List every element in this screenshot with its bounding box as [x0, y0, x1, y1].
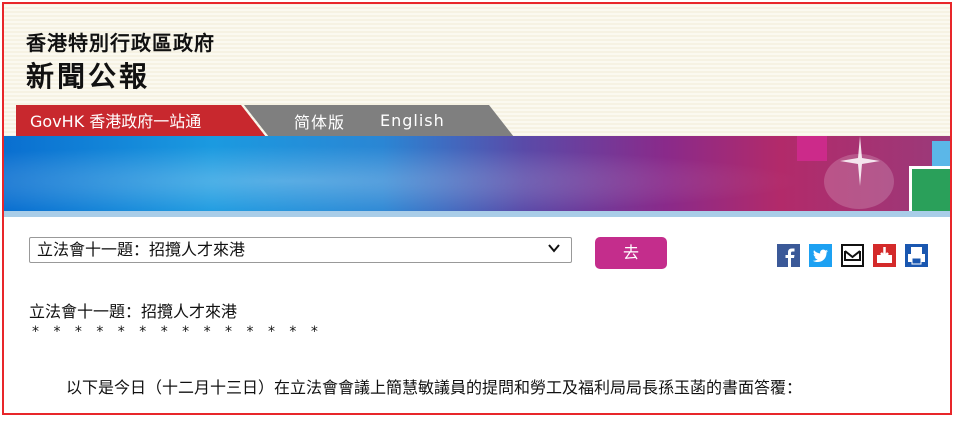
article-title: 立法會十一題：招攬人才來港 — [29, 302, 238, 321]
govhk-link[interactable]: GovHK 香港政府一站通 — [16, 105, 266, 137]
email-icon[interactable] — [841, 244, 864, 267]
facebook-icon[interactable] — [777, 244, 800, 267]
go-button[interactable]: 去 — [595, 237, 667, 269]
print-icon[interactable] — [905, 244, 928, 267]
org-name: 香港特別行政區政府 — [26, 31, 215, 55]
separator: * * * * * * * * * * * * * * — [32, 324, 323, 340]
twitter-icon[interactable] — [809, 244, 832, 267]
chevron-down-icon — [548, 244, 560, 253]
article-select[interactable]: 立法會十一題：招攬人才來港 — [29, 237, 572, 263]
english-link[interactable]: English — [380, 111, 445, 130]
page-title: 新聞公報 — [26, 60, 151, 93]
article-intro: 以下是今日（十二月十三日）在立法會會議上簡慧敏議員的提問和勞工及福利局局長孫玉菡… — [66, 378, 803, 397]
banner-decoration — [909, 166, 950, 211]
download-icon[interactable] — [873, 244, 896, 267]
sparkle-icon — [840, 136, 880, 186]
language-tab-bg — [244, 105, 514, 137]
simplified-chinese-link[interactable]: 简体版 — [294, 109, 345, 133]
banner — [4, 136, 950, 211]
page-frame: 香港特別行政區政府 新聞公報 GovHK 香港政府一站通 简体版 English… — [2, 2, 952, 415]
article-select-value: 立法會十一題：招攬人才來港 — [37, 240, 246, 259]
banner-decoration — [797, 136, 827, 161]
header: 香港特別行政區政府 新聞公報 GovHK 香港政府一站通 简体版 English — [4, 4, 950, 137]
banner-stripe — [4, 211, 950, 217]
